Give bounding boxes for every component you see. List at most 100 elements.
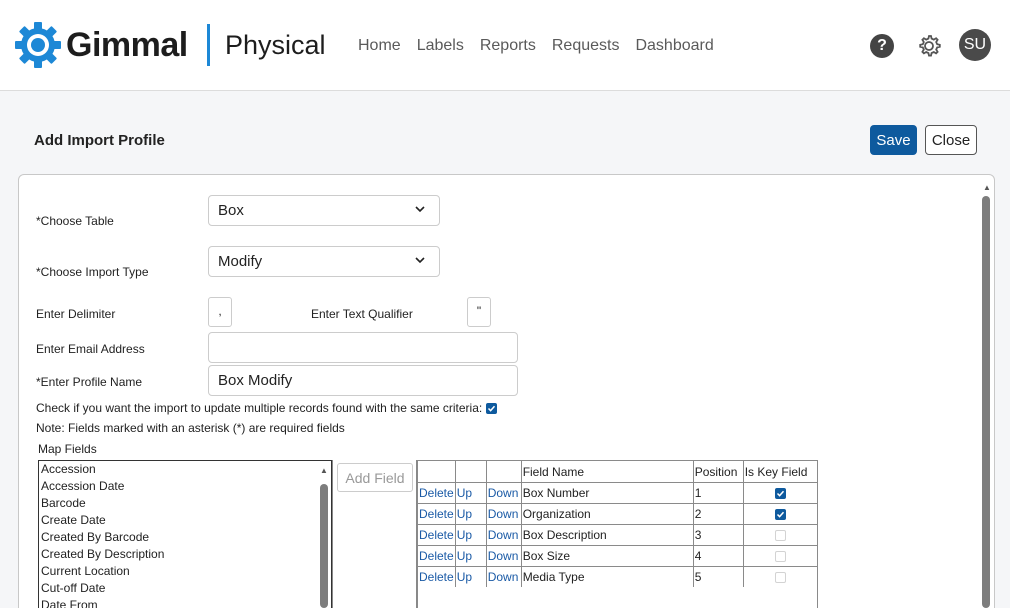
col-field-name-header: Field Name <box>520 460 694 483</box>
delete-link[interactable]: Delete <box>417 503 456 525</box>
import-type-label: *Choose Import Type <box>36 265 149 279</box>
import-type-select[interactable]: Modify <box>208 246 440 277</box>
key-field-checkbox[interactable] <box>774 551 786 563</box>
table-empty-area <box>417 587 818 608</box>
mapped-fields-table: Field Name Position Is Key Field Delete … <box>417 460 818 588</box>
profile-name-label: *Enter Profile Name <box>36 375 143 389</box>
key-field-checkbox[interactable] <box>774 572 786 584</box>
main-nav: Home Labels Reports Requests Dashboard <box>358 37 730 55</box>
delete-link[interactable]: Delete <box>417 566 456 588</box>
position-cell: 2 <box>692 503 744 525</box>
chevron-down-icon <box>415 257 425 264</box>
delete-link[interactable]: Delete <box>417 545 456 567</box>
help-icon[interactable]: ? <box>870 34 894 58</box>
table-row: Delete Up Down Media Type 5 <box>417 566 818 588</box>
gear-icon[interactable] <box>916 33 942 59</box>
down-link[interactable]: Down <box>485 503 522 525</box>
list-item[interactable]: Accession <box>39 461 331 478</box>
table-row: Delete Up Down Box Size 4 <box>417 545 818 567</box>
panel-scroll-up-icon[interactable]: ▲ <box>983 183 991 192</box>
available-fields-list[interactable]: Accession Accession Date Barcode Create … <box>38 460 332 608</box>
brand-name: Gimmal <box>66 25 188 64</box>
position-cell: 5 <box>692 566 744 588</box>
text-qualifier-label: Enter Text Qualifier <box>311 307 413 321</box>
list-scrollbar[interactable] <box>320 484 328 608</box>
field-name-cell: Media Type <box>520 566 694 588</box>
text-qualifier-input[interactable]: " <box>467 297 491 327</box>
chevron-down-icon <box>415 206 425 213</box>
import-type-value: Modify <box>218 253 263 270</box>
down-link[interactable]: Down <box>485 545 522 567</box>
delete-link[interactable]: Delete <box>417 524 456 546</box>
up-link[interactable]: Up <box>454 482 487 504</box>
key-field-checkbox[interactable] <box>774 509 786 521</box>
email-label: Enter Email Address <box>36 342 145 356</box>
multi-update-text: Check if you want the import to update m… <box>36 401 483 415</box>
list-item[interactable]: Create Date <box>39 512 331 529</box>
list-item[interactable]: Date From <box>39 597 331 608</box>
product-name: Physical <box>225 30 326 60</box>
list-item[interactable]: Created By Description <box>39 546 331 563</box>
choose-table-select[interactable]: Box <box>208 195 440 226</box>
list-item[interactable]: Barcode <box>39 495 331 512</box>
field-name-cell: Box Size <box>520 545 694 567</box>
up-link[interactable]: Up <box>454 545 487 567</box>
gear-logo-icon <box>15 22 61 68</box>
delimiter-label: Enter Delimiter <box>36 307 116 321</box>
col-up-header <box>454 460 487 483</box>
key-field-cell <box>742 566 818 588</box>
key-field-cell <box>742 524 818 546</box>
choose-table-value: Box <box>218 202 244 219</box>
profile-name-field[interactable]: Box Modify <box>208 365 518 396</box>
nav-reports[interactable]: Reports <box>480 37 536 55</box>
down-link[interactable]: Down <box>485 524 522 546</box>
check-icon <box>776 491 784 498</box>
nav-home[interactable]: Home <box>358 37 401 55</box>
list-item[interactable]: Created By Barcode <box>39 529 331 546</box>
position-cell: 3 <box>692 524 744 546</box>
key-field-cell <box>742 545 818 567</box>
nav-labels[interactable]: Labels <box>417 37 464 55</box>
up-link[interactable]: Up <box>454 566 487 588</box>
add-field-button[interactable]: Add Field <box>337 463 413 492</box>
field-name-cell: Box Number <box>520 482 694 504</box>
top-header: Gimmal Physical Home Labels Reports Requ… <box>0 0 1010 91</box>
key-field-cell <box>742 503 818 525</box>
nav-dashboard[interactable]: Dashboard <box>635 37 713 55</box>
field-name-cell: Box Description <box>520 524 694 546</box>
page-title: Add Import Profile <box>34 132 165 149</box>
down-link[interactable]: Down <box>485 566 522 588</box>
up-link[interactable]: Up <box>454 524 487 546</box>
col-down-header <box>485 460 522 483</box>
col-key-header: Is Key Field <box>742 460 818 483</box>
multi-update-checkbox[interactable] <box>485 403 497 415</box>
choose-table-label: *Choose Table <box>36 214 114 228</box>
table-row: Delete Up Down Organization 2 <box>417 503 818 525</box>
up-link[interactable]: Up <box>454 503 487 525</box>
check-icon <box>776 512 784 519</box>
save-button[interactable]: Save <box>870 125 917 155</box>
list-item[interactable]: Current Location <box>39 563 331 580</box>
close-button[interactable]: Close <box>925 125 977 155</box>
logo-divider <box>207 24 210 66</box>
list-item[interactable]: Cut-off Date <box>39 580 331 597</box>
list-item[interactable]: Accession Date <box>39 478 331 495</box>
required-note: Note: Fields marked with an asterisk (*)… <box>36 421 345 435</box>
brand-logo[interactable]: Gimmal <box>13 20 188 70</box>
delimiter-input[interactable]: , <box>208 297 232 327</box>
field-name-cell: Organization <box>520 503 694 525</box>
table-row: Delete Up Down Box Number 1 <box>417 482 818 504</box>
list-scroll-up-icon[interactable]: ▲ <box>320 466 328 475</box>
col-position-header: Position <box>692 460 744 483</box>
delete-link[interactable]: Delete <box>417 482 456 504</box>
panel-scrollbar[interactable] <box>982 196 990 608</box>
down-link[interactable]: Down <box>485 482 522 504</box>
position-cell: 4 <box>692 545 744 567</box>
email-field[interactable] <box>208 332 518 363</box>
nav-requests[interactable]: Requests <box>552 37 620 55</box>
user-avatar[interactable]: SU <box>959 29 991 61</box>
col-delete-header <box>417 460 456 483</box>
map-fields-label: Map Fields <box>38 442 97 456</box>
key-field-checkbox[interactable] <box>774 488 786 500</box>
key-field-checkbox[interactable] <box>774 530 786 542</box>
